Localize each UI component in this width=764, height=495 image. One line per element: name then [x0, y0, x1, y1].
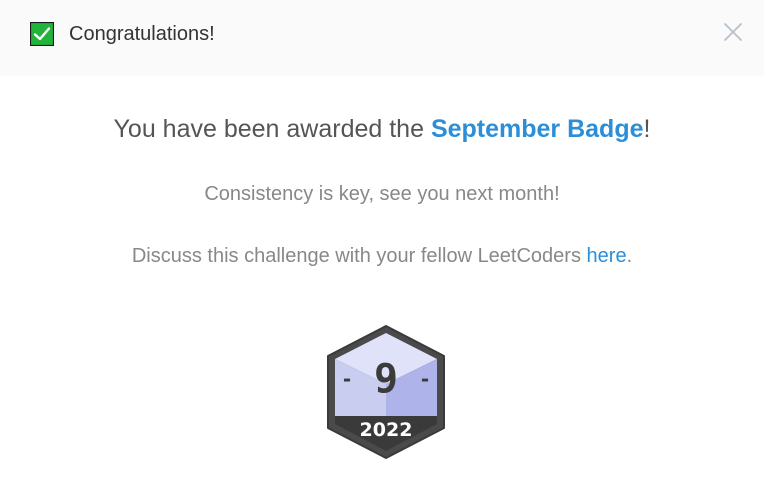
discuss-prefix: Discuss this challenge with your fellow …: [131, 245, 587, 267]
discuss-message: Discuss this challenge with your fellow …: [0, 242, 764, 270]
tagline: Consistency is key, see you next month!: [204, 183, 560, 205]
badge-name: September Badge: [430, 115, 644, 143]
award-suffix: !: [643, 115, 651, 143]
checkmark-icon: [30, 22, 54, 46]
discuss-suffix: .: [626, 245, 633, 267]
september-badge-image: - - 9 2022: [327, 325, 445, 459]
discuss-link[interactable]: here: [587, 245, 627, 267]
dialog-header: Congratulations!: [0, 0, 764, 76]
badge-dash-right: -: [421, 367, 429, 391]
award-message: You have been awarded the September Badg…: [0, 112, 764, 146]
badge-month-number: 9: [374, 356, 398, 402]
dialog-body: You have been awarded the September Badg…: [0, 76, 764, 495]
badge-year: 2022: [360, 419, 413, 441]
badge-dash-left: -: [343, 367, 351, 391]
close-icon[interactable]: [720, 19, 746, 45]
award-prefix: You have been awarded the: [113, 115, 431, 143]
dialog-title: Congratulations!: [69, 23, 215, 45]
badge-award-dialog: Congratulations! You have been awarded t…: [0, 0, 764, 495]
